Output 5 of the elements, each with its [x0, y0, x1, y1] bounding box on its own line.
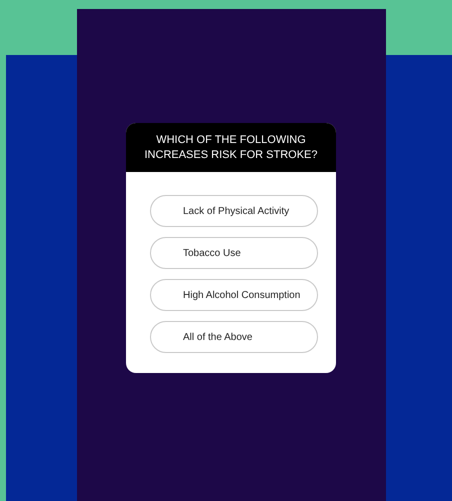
answer-option[interactable]: All of the Above: [150, 321, 318, 353]
answer-option[interactable]: Tobacco Use: [150, 237, 318, 269]
question-text: WHICH OF THE FOLLOWING INCREASES RISK FOR STROKE?: [144, 132, 318, 162]
answer-option[interactable]: Lack of Physical Activity: [150, 195, 318, 227]
answer-option[interactable]: High Alcohol Consumption: [150, 279, 318, 311]
